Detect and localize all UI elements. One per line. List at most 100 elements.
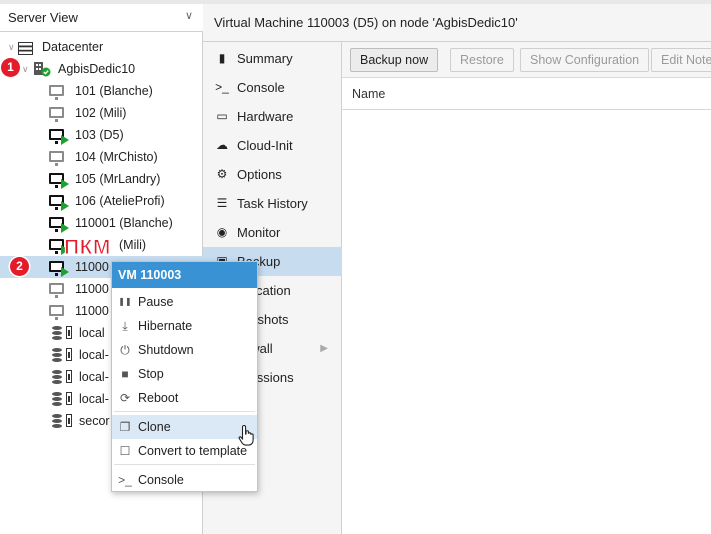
terminal-icon: >_	[118, 473, 132, 487]
menu-separator	[114, 464, 255, 465]
file-icon: ☐	[119, 444, 131, 458]
nav-item-label: Options	[237, 167, 282, 182]
backup-toolbar: Backup now Restore Show Configuration Ed…	[342, 42, 711, 78]
nav-item-monitor[interactable]: ◉ Monitor	[203, 218, 342, 247]
storage-status-icon	[66, 348, 72, 361]
storage-icon	[52, 392, 64, 406]
menu-item-pause[interactable]: ❚❚ Pause	[112, 290, 257, 314]
vm-stopped-icon	[49, 107, 64, 122]
vm-stopped-icon	[49, 283, 64, 298]
hand-cursor-icon	[238, 424, 254, 446]
menu-item-label: Convert to template	[138, 444, 248, 458]
tree-item-vm[interactable]: 110001 (Blanche)	[0, 212, 203, 234]
vm-stopped-icon	[49, 305, 64, 320]
menu-separator	[114, 411, 255, 412]
tree-item-vm[interactable]: 103 (D5)	[0, 124, 203, 146]
page-header: Virtual Machine 110003 (D5) on node 'Agb…	[203, 4, 711, 42]
menu-item-label: Stop	[138, 367, 164, 381]
menu-item-label: Clone	[138, 420, 171, 434]
column-header-name[interactable]: Name	[352, 87, 385, 101]
page-title: Virtual Machine 110003 (D5) on node 'Agb…	[214, 15, 518, 30]
tree-label-storage: local-	[79, 348, 109, 362]
table-header: Name	[342, 78, 711, 110]
terminal-icon: >_	[215, 80, 229, 94]
tree-item-vm[interactable]: 102 (Mili)	[0, 102, 203, 124]
storage-icon	[52, 370, 64, 384]
tree-item-node[interactable]: ∨ AgbisDedic10	[0, 58, 203, 80]
tree-item-datacenter[interactable]: ∨ Datacenter	[0, 36, 203, 58]
nav-item-label: Summary	[237, 51, 293, 66]
storage-icon	[52, 348, 64, 362]
submenu-arrow-icon: ▶	[320, 343, 328, 354]
nav-item-label: Console	[237, 80, 285, 95]
storage-status-icon	[66, 414, 72, 427]
menu-item-stop[interactable]: ■ Stop	[112, 362, 257, 386]
pause-icon: ❚❚	[118, 297, 132, 306]
download-icon: ⤓	[122, 319, 128, 333]
tree-item-vm[interactable]: 104 (MrChisto)	[0, 146, 203, 168]
nav-item-hardware[interactable]: ▭ Hardware	[203, 102, 342, 131]
refresh-icon: ⟳	[119, 391, 131, 405]
menu-item-hibernate[interactable]: ⤓ Hibernate	[112, 314, 257, 338]
tree-label-datacenter: Datacenter	[42, 40, 104, 54]
nav-item-cloud-init[interactable]: ☁ Cloud-Init	[203, 131, 342, 160]
eye-icon: ◉	[216, 225, 228, 239]
menu-item-reboot[interactable]: ⟳ Reboot	[112, 386, 257, 410]
edit-notes-button[interactable]: Edit Notes	[651, 48, 711, 72]
stop-icon: ■	[121, 367, 129, 381]
server-rack-icon	[18, 40, 33, 55]
tree-item-vm[interactable]: 101 (Blanche)	[0, 80, 203, 102]
play-icon	[61, 135, 69, 145]
clone-icon: ❐	[119, 420, 131, 434]
menu-item-label: Shutdown	[138, 343, 194, 357]
play-icon	[61, 223, 69, 233]
vm-stopped-icon	[49, 151, 64, 166]
play-icon	[61, 179, 69, 189]
menu-item-console[interactable]: >_ Console	[112, 468, 257, 492]
menu-item-label: Hibernate	[138, 319, 193, 333]
node-online-icon	[33, 61, 51, 77]
nav-item-task-history[interactable]: ☰ Task History	[203, 189, 342, 218]
menu-item-convert-to-template[interactable]: ☐ Convert to template	[112, 439, 257, 463]
tree-label-storage: local	[79, 326, 105, 340]
tree-label-node: AgbisDedic10	[58, 62, 136, 76]
cloud-icon: ☁	[216, 138, 228, 152]
tree-item-vm[interactable]: 106 (AtelieProfi)	[0, 190, 203, 212]
desktop-icon: ▭	[216, 109, 228, 123]
tree-label-vm: 110001 (Blanche)	[75, 216, 173, 230]
menu-item-label: Console	[138, 473, 184, 487]
tree-label-storage: local-	[79, 370, 109, 384]
chevron-down-icon: ∨	[184, 10, 193, 22]
storage-status-icon	[66, 326, 72, 339]
nav-item-console[interactable]: >_ Console	[203, 73, 342, 102]
storage-icon	[52, 414, 64, 428]
power-icon: ⏻	[120, 343, 130, 357]
gear-icon: ⚙	[216, 167, 228, 181]
nav-item-label: Task History	[237, 196, 308, 211]
menu-item-shutdown[interactable]: ⏻ Shutdown	[112, 338, 257, 362]
tree-label-vm: 105 (MrLandry)	[75, 172, 161, 186]
tree-item-vm[interactable]: 105 (MrLandry)	[0, 168, 203, 190]
menu-item-clone[interactable]: ❐ Clone	[112, 415, 257, 439]
tree-label-vm: 11000	[75, 304, 109, 318]
tree-label-vm: 102 (Mili)	[75, 106, 127, 120]
list-icon: ☰	[216, 196, 228, 210]
restore-button[interactable]: Restore	[450, 48, 514, 72]
storage-status-icon	[66, 392, 72, 405]
collapse-arrow-icon: ∨	[22, 64, 29, 74]
annotation-right-click-label: ПКМ	[64, 236, 111, 260]
backup-panel: Backup now Restore Show Configuration Ed…	[342, 42, 711, 534]
context-menu: VM 110003 ❚❚ Pause ⤓ Hibernate ⏻ Shutdown ■ Sto…	[111, 261, 258, 492]
nav-item-options[interactable]: ⚙ Options	[203, 160, 342, 189]
menu-item-label: Reboot	[138, 391, 179, 405]
tree-label-vm: (Mili)	[119, 238, 147, 252]
show-configuration-button[interactable]: Show Configuration	[520, 48, 650, 72]
server-view-label: Server View	[8, 10, 78, 25]
server-view-select[interactable]: Server View ∨	[0, 4, 203, 32]
annotation-badge-2: 2	[10, 257, 29, 276]
tree-label-vm: 106 (AtelieProfi)	[75, 194, 165, 208]
vm-stopped-icon	[49, 85, 64, 100]
context-menu-title: VM 110003	[112, 262, 257, 288]
backup-now-button[interactable]: Backup now	[350, 48, 439, 72]
nav-item-summary[interactable]: ▮ Summary	[203, 44, 342, 73]
